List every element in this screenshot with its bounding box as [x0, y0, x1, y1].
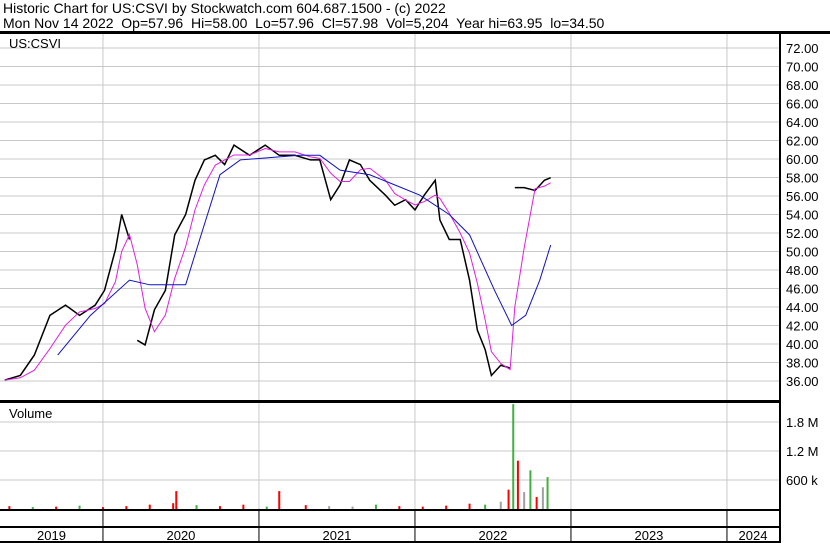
volume-bar	[195, 505, 198, 509]
volume-bar	[499, 501, 502, 509]
volume-bar	[172, 503, 175, 509]
price-tick-label: 46.00	[786, 282, 819, 297]
volume-bar	[101, 507, 104, 509]
year-label: 2022	[478, 528, 507, 543]
price-line	[514, 176, 551, 192]
volume-bar	[468, 503, 471, 509]
price-tick-label: 66.00	[786, 97, 819, 112]
volume-bar	[328, 506, 331, 509]
volume-bar	[242, 504, 245, 509]
volume-tick-label: 600 k	[786, 473, 818, 488]
volume-bar	[148, 504, 151, 509]
price-tick-label: 72.00	[786, 41, 819, 56]
volume-bar	[125, 506, 128, 509]
price-tick-label: 60.00	[786, 152, 819, 167]
chart-canvas: US:CSVI Volume 36.00 38.00 40.00 42.00 44.00…	[0, 31, 830, 543]
volume-bar	[529, 470, 532, 509]
volume-bar	[304, 505, 307, 509]
volume-bar	[175, 491, 178, 509]
year-label: 2020	[166, 528, 195, 543]
price-tick-label: 54.00	[786, 208, 819, 223]
price-tick-label: 70.00	[786, 60, 819, 75]
volume-panel-label: Volume	[9, 406, 52, 421]
price-tick-label: 48.00	[786, 263, 819, 278]
volume-bar	[512, 404, 515, 509]
volume-bar	[31, 507, 34, 509]
price-tick-label: 36.00	[786, 374, 819, 389]
year-label: 2021	[322, 528, 351, 543]
volume-baseline	[0, 509, 781, 511]
volume-bar	[78, 505, 81, 509]
volume-bar	[8, 506, 11, 509]
volume-bar	[541, 487, 544, 509]
volume-bar	[484, 504, 487, 509]
price-tick-label: 52.00	[786, 226, 819, 241]
volume-bar	[546, 477, 549, 509]
price-tick-label: 44.00	[786, 300, 819, 315]
volume-bar	[535, 496, 538, 509]
stock-chart: Historic Chart for US:CSVI by Stockwatch…	[0, 0, 830, 543]
price-tick-label: 50.00	[786, 245, 819, 260]
volume-bar	[374, 504, 377, 509]
volume-bar	[55, 506, 58, 509]
year-label: 2019	[37, 528, 66, 543]
volume-bar	[523, 492, 526, 509]
price-tick-label: 38.00	[786, 356, 819, 371]
volume-tick-label: 1.2 M	[786, 444, 819, 459]
price-tick-label: 58.00	[786, 171, 819, 186]
panel-divider	[0, 400, 781, 403]
volume-bar	[265, 506, 268, 509]
axis-divider	[779, 31, 781, 543]
year-label: 2024	[739, 528, 768, 543]
volume-bar	[398, 506, 401, 509]
volume-bar	[421, 506, 424, 509]
price-tick-label: 40.00	[786, 337, 819, 352]
year-axis-line	[0, 526, 781, 528]
year-label: 2023	[634, 528, 663, 543]
volume-bar	[351, 506, 354, 509]
volume-bar	[278, 491, 281, 509]
short-moving-average-line	[4, 147, 551, 381]
price-tick-label: 62.00	[786, 134, 819, 149]
price-tick-label: 42.00	[786, 319, 819, 334]
price-tick-label: 64.00	[786, 115, 819, 130]
volume-bar	[516, 460, 519, 509]
price-panel-label: US:CSVI	[9, 36, 61, 51]
header-divider	[0, 31, 830, 34]
price-tick-label: 68.00	[786, 78, 819, 93]
volume-bar	[218, 506, 221, 509]
volume-tick-label: 1.8 M	[786, 415, 819, 430]
price-tick-label: 56.00	[786, 189, 819, 204]
volume-bar	[445, 505, 448, 509]
volume-bar	[507, 489, 510, 509]
